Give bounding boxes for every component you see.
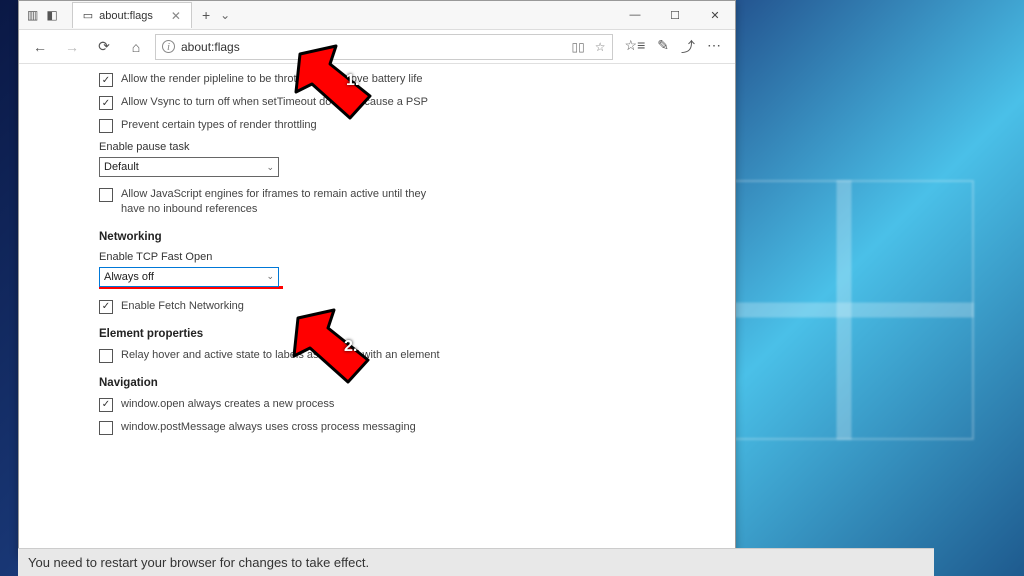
checkbox-label: Allow Vsync to turn off when setTimeout … [121,95,428,110]
checkbox-label: Enable Fetch Networking [121,299,244,314]
tab-title: about:flags [99,10,153,22]
titlebar: ▥ ◧ ▭ about:flags ✕ + ⌄ — ☐ ✕ [19,1,735,30]
favorites-hub-icon[interactable]: ☆≡ [625,37,646,57]
forward-button: → [59,39,85,55]
checkbox[interactable] [99,300,113,314]
url-text: about:flags [181,40,240,54]
setting-label: Enable TCP Fast Open [99,251,735,263]
address-bar[interactable]: i about:flags ▯▯ ☆ [155,34,613,60]
close-window-button[interactable]: ✕ [695,1,735,29]
minimize-button[interactable]: — [615,1,655,29]
checkbox-row: window.postMessage always uses cross pro… [99,420,735,435]
checkbox[interactable] [99,421,113,435]
checkbox-label: Allow the render pipleline to be throttl… [121,72,422,87]
checkbox[interactable] [99,73,113,87]
checkbox-row: window.open always creates a new process [99,397,735,412]
checkbox-row: Enable Fetch Networking [99,299,735,314]
chevron-down-icon: ⌄ [266,271,274,282]
checkbox-row: Allow JavaScript engines for iframes to … [99,187,735,217]
tab-sidebar-icon[interactable]: ◧ [46,8,57,22]
desktop-windows-logo [714,180,974,440]
checkbox[interactable] [99,188,113,202]
chevron-down-icon: ⌄ [266,162,274,173]
select-dropdown[interactable]: Always off ⌄ [99,267,279,287]
refresh-button[interactable]: ⟳ [91,38,117,55]
checkbox[interactable] [99,119,113,133]
checkbox-label: Relay hover and active state to labels a… [121,348,440,363]
restart-message: You need to restart your browser for cha… [28,555,369,570]
browser-window: ▥ ◧ ▭ about:flags ✕ + ⌄ — ☐ ✕ ← → ⟳ ⌂ i … [18,0,736,556]
share-icon[interactable]: ⤴ [681,37,695,57]
checkbox-row: Relay hover and active state to labels a… [99,348,735,363]
section-header: Networking [99,231,735,243]
checkbox-row: Prevent certain types of render throttli… [99,118,735,133]
checkbox-label: Prevent certain types of render throttli… [121,118,317,133]
browser-tab[interactable]: ▭ about:flags ✕ [72,2,192,28]
checkbox[interactable] [99,349,113,363]
checkbox[interactable] [99,96,113,110]
favorite-star-icon[interactable]: ☆ [595,40,606,54]
checkbox-row: Allow Vsync to turn off when setTimeout … [99,95,735,110]
tab-preview-icon[interactable]: ▥ [27,8,38,22]
notes-icon[interactable]: ✎ [657,37,669,57]
select-value: Always off [104,271,154,283]
more-icon[interactable]: ⋯ [707,37,721,57]
checkbox-label: window.postMessage always uses cross pro… [121,420,416,435]
select-dropdown[interactable]: Default ⌄ [99,157,279,177]
section-header: Navigation [99,377,735,389]
back-button[interactable]: ← [27,39,53,55]
checkbox[interactable] [99,398,113,412]
checkbox-label: Allow JavaScript engines for iframes to … [121,187,451,217]
restart-notice-bar: You need to restart your browser for cha… [18,548,934,576]
checkbox-label: window.open always creates a new process [121,397,334,412]
page-content[interactable]: Allow the render pipleline to be throttl… [19,64,735,555]
section-header: Element properties [99,328,735,340]
tab-preview-icons[interactable]: ▥ ◧ [19,8,66,22]
checkbox-row: Allow the render pipleline to be throttl… [99,72,735,87]
maximize-button[interactable]: ☐ [655,1,695,29]
new-tab-button[interactable]: + [192,7,220,23]
page-icon: ▭ [83,9,93,22]
select-value: Default [104,161,139,173]
close-tab-icon[interactable]: ✕ [171,9,181,23]
toolbar: ← → ⟳ ⌂ i about:flags ▯▯ ☆ ☆≡ ✎ ⤴ ⋯ [19,30,735,64]
setting-label: Enable pause task [99,141,735,153]
reading-view-icon[interactable]: ▯▯ [572,40,585,54]
site-info-icon[interactable]: i [162,40,175,53]
tabs-chevron-icon[interactable]: ⌄ [220,8,230,22]
home-button[interactable]: ⌂ [123,39,149,55]
